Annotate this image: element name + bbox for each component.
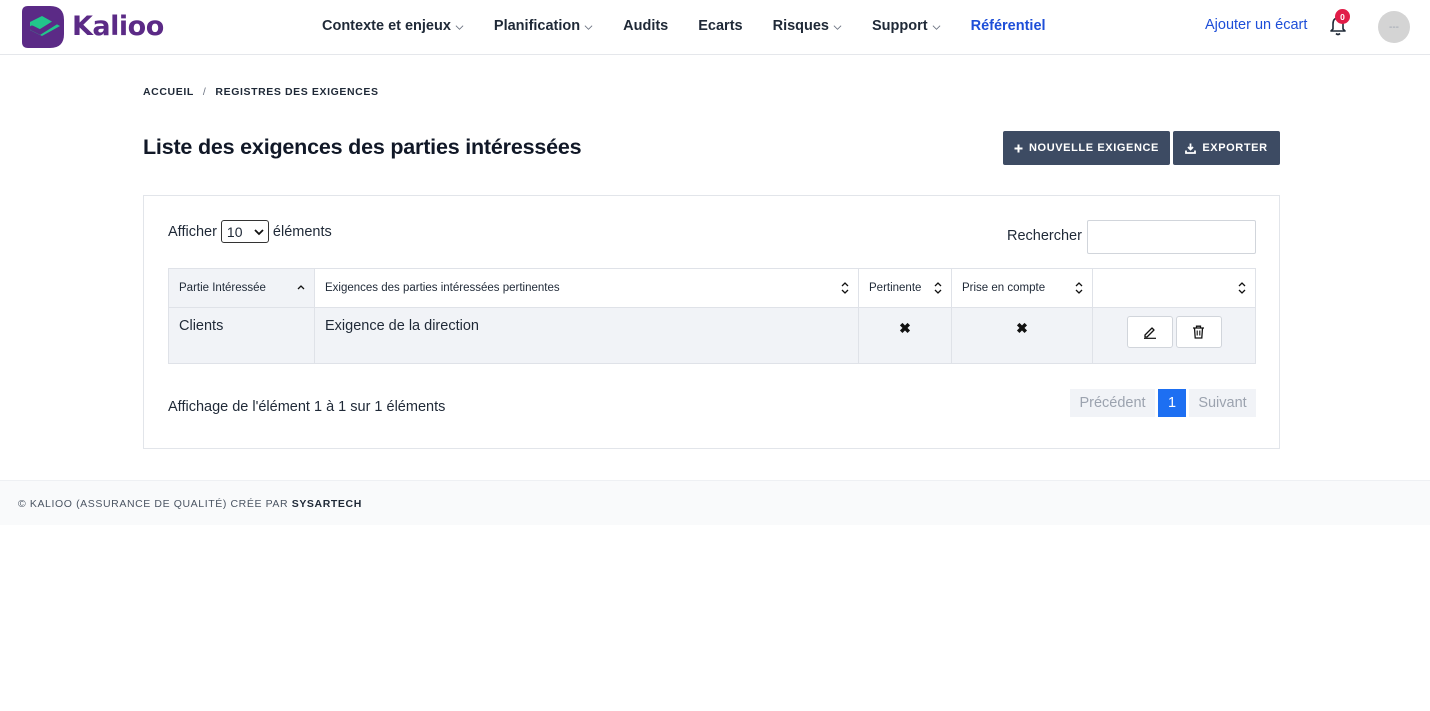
- nav-item-label: Support: [872, 18, 928, 34]
- new-requirement-button[interactable]: NOUVELLE EXIGENCE: [1003, 131, 1170, 165]
- new-requirement-label: NOUVELLE EXIGENCE: [1029, 142, 1159, 154]
- cross-icon: ✖: [899, 320, 911, 336]
- nav-item-risques[interactable]: Risques: [773, 18, 842, 34]
- table-row: Clients Exigence de la direction ✖ ✖: [168, 307, 1256, 364]
- nav-item-support[interactable]: Support: [872, 18, 941, 34]
- trash-icon: [1193, 325, 1204, 339]
- column-header-prise-en-compte[interactable]: Prise en compte: [951, 268, 1093, 308]
- breadcrumb-current: REGISTRES DES EXIGENCES: [215, 86, 379, 98]
- cell-actions: [1092, 307, 1256, 364]
- chevron-down-icon: [932, 24, 941, 30]
- app-name: Kalioo: [72, 10, 164, 42]
- search-input[interactable]: [1087, 220, 1256, 254]
- nav-item-ecarts[interactable]: Ecarts: [698, 18, 742, 34]
- download-icon: [1185, 143, 1197, 154]
- nav-item-label: Référentiel: [970, 18, 1046, 34]
- cell-party: Clients: [168, 307, 315, 364]
- nav-item-label: Risques: [772, 18, 830, 34]
- export-label: EXPORTER: [1202, 142, 1268, 154]
- footer-author-link[interactable]: SYSARTECH: [292, 498, 362, 510]
- nav-item-audits[interactable]: Audits: [623, 18, 668, 34]
- nav-item-label: Audits: [623, 18, 669, 34]
- row-actions: [1103, 316, 1245, 348]
- pagination-info: Affichage de l'élément 1 à 1 sur 1 éléme…: [168, 399, 446, 415]
- column-header-label: Partie Intéressée: [179, 282, 266, 294]
- table-header-row: Partie Intéressée Exigences des parties …: [168, 268, 1256, 308]
- chevron-down-icon: [455, 24, 464, 30]
- page-title: Liste des exigences des parties intéress…: [143, 135, 582, 159]
- page-size-control: Afficher 10 éléments: [168, 220, 332, 243]
- cross-icon: ✖: [1016, 320, 1028, 336]
- edit-button[interactable]: [1126, 316, 1173, 348]
- nav-item-label: Planification: [493, 18, 581, 34]
- notification-badge: 0: [1335, 9, 1350, 24]
- page-1-button[interactable]: 1: [1158, 389, 1186, 417]
- breadcrumb-separator: /: [202, 86, 207, 98]
- column-header-party[interactable]: Partie Intéressée: [168, 268, 315, 308]
- previous-page-button[interactable]: Précédent: [1070, 389, 1155, 417]
- footer: © KALIOO (ASSURANCE DE QUALITÉ) CRÉE PAR…: [0, 480, 1430, 525]
- pagination: Précédent 1 Suivant: [1070, 389, 1256, 417]
- nav-item-label: Ecarts: [698, 18, 743, 34]
- cell-prise-en-compte: ✖: [951, 307, 1093, 364]
- column-header-requirement[interactable]: Exigences des parties intéressées pertin…: [314, 268, 859, 308]
- avatar[interactable]: ---: [1378, 11, 1410, 43]
- top-navbar: Kalioo Contexte et enjeux Planification …: [0, 0, 1430, 55]
- kalioo-logo[interactable]: Kalioo: [20, 2, 164, 50]
- pencil-icon: [1143, 327, 1156, 339]
- breadcrumb-home[interactable]: ACCUEIL: [143, 86, 194, 98]
- page-size-select[interactable]: 10: [220, 220, 269, 243]
- column-header-label: Pertinente: [869, 282, 922, 294]
- plus-icon: [1014, 144, 1023, 152]
- sort-icon: [1075, 282, 1083, 294]
- sort-ascending-icon: [297, 285, 305, 290]
- breadcrumb: ACCUEIL / REGISTRES DES EXIGENCES: [143, 86, 379, 98]
- chevron-down-icon: [833, 24, 842, 30]
- page-size-suffix: éléments: [272, 223, 332, 240]
- requirements-table-card: Afficher 10 éléments Rechercher : Partie…: [143, 195, 1280, 449]
- footer-credits: © KALIOO (ASSURANCE DE QUALITÉ) CRÉE PAR…: [18, 498, 362, 510]
- page-size-prefix: Afficher: [168, 223, 217, 240]
- main-nav: Contexte et enjeux Planification Audits …: [322, 0, 1076, 52]
- nav-item-label: Contexte et enjeux: [322, 18, 451, 34]
- nav-item-referentiel[interactable]: Référentiel: [971, 18, 1046, 34]
- sort-icon: [934, 282, 942, 294]
- footer-copyright: © KALIOO (ASSURANCE DE QUALITÉ) CRÉE PAR: [18, 498, 289, 510]
- nav-item-planification[interactable]: Planification: [494, 18, 593, 34]
- cell-pertinente: ✖: [858, 307, 952, 364]
- column-header-label: Exigences des parties intéressées pertin…: [325, 282, 560, 294]
- column-header-label: Prise en compte: [962, 282, 1046, 294]
- chevron-down-icon: [584, 24, 593, 30]
- nav-item-contexte[interactable]: Contexte et enjeux: [322, 18, 464, 34]
- chevron-down-icon: [254, 228, 264, 235]
- cell-requirement: Exigence de la direction: [314, 307, 859, 364]
- column-header-pertinente[interactable]: Pertinente: [858, 268, 952, 308]
- requirements-table: Partie Intéressée Exigences des parties …: [168, 268, 1256, 364]
- search-label: Rechercher :: [1007, 228, 1091, 244]
- delete-button[interactable]: [1175, 316, 1222, 348]
- page-size-value: 10: [226, 223, 243, 240]
- add-gap-link[interactable]: Ajouter un écart: [1205, 17, 1307, 33]
- next-page-button[interactable]: Suivant: [1189, 389, 1256, 417]
- export-button[interactable]: EXPORTER: [1173, 131, 1280, 165]
- column-header-actions[interactable]: [1092, 268, 1256, 308]
- kalioo-logo-icon: [22, 6, 64, 48]
- sort-icon: [1238, 282, 1246, 294]
- sort-icon: [841, 282, 849, 294]
